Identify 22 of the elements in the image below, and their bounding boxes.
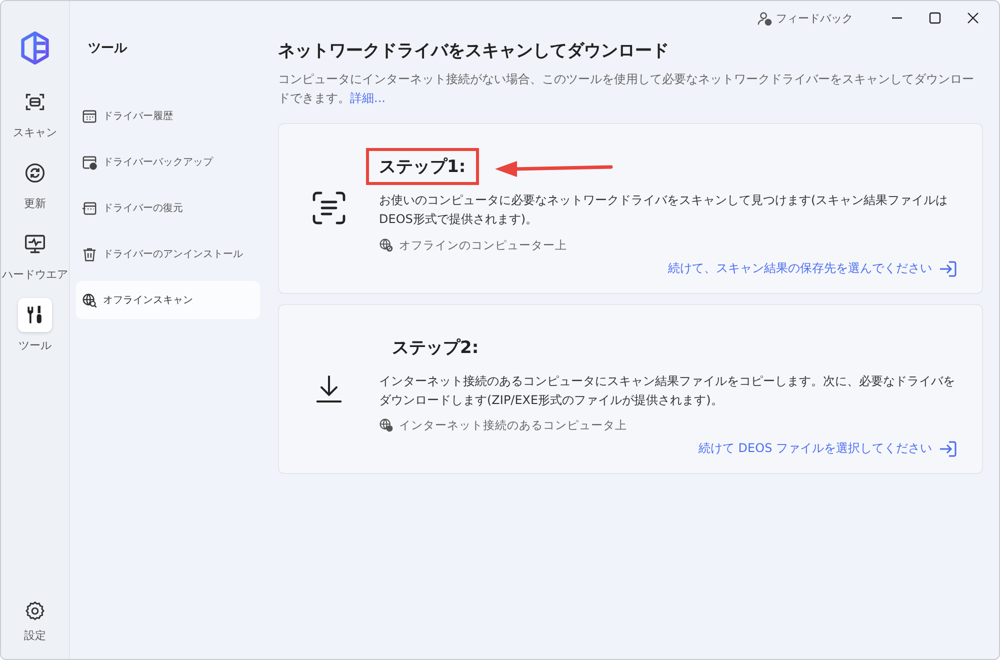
step-title: ステップ1: bbox=[366, 148, 479, 186]
step-description: インターネット接続のあるコンピュータにスキャン結果ファイルをコピーします。次に、必要なドライバをダウンロードします(ZIP/EXE形式のファイルが提供されます)。 bbox=[379, 372, 956, 409]
location-label: インターネット接続のあるコンピュータ上 bbox=[379, 418, 958, 433]
menu-item[interactable]: ドライバー履歴 bbox=[76, 97, 260, 135]
settings-button[interactable]: 設定 bbox=[24, 600, 46, 643]
menu-item[interactable]: ドライバーバックアップ bbox=[76, 143, 260, 181]
nav-item[interactable]: ハードウエア bbox=[2, 227, 68, 282]
feedback-button[interactable]: フィードバック bbox=[751, 10, 859, 26]
step-title: ステップ2: bbox=[391, 336, 480, 360]
page-description: コンピュータにインターネット接続がない場合、このツールを使用して必要なネットワークドライバーをスキャンしてダウンロードできます。詳細... bbox=[278, 71, 975, 107]
continue-link[interactable]: 続けて DEOS ファイルを選択してください bbox=[698, 438, 958, 459]
nav-item[interactable]: 更新 bbox=[18, 156, 52, 211]
location-label: オフラインのコンピューター上 bbox=[379, 238, 958, 253]
nav-item[interactable]: スキャン bbox=[13, 85, 57, 140]
step-description: お使いのコンピュータに必要なネットワークドライバをスキャンして見つけます(スキャン結果ファイルはDEOS形式で提供されます)。 bbox=[379, 192, 949, 228]
menu-item[interactable]: ドライバーの復元 bbox=[76, 189, 260, 227]
menu-item[interactable]: オフラインスキャン bbox=[76, 281, 260, 319]
menu-item[interactable]: ドライバーのアンインストール bbox=[76, 235, 260, 273]
page-title: ネットワークドライバをスキャンしてダウンロード bbox=[278, 40, 670, 62]
section-title: ツール bbox=[88, 40, 128, 57]
continue-link[interactable]: 続けて、スキャン結果の保存先を選んでください bbox=[668, 258, 958, 279]
details-link[interactable]: 詳細... bbox=[350, 90, 386, 105]
